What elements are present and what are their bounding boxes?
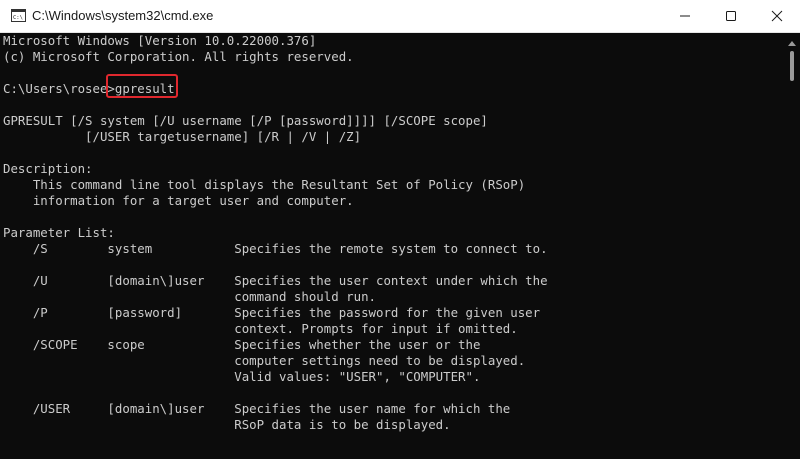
description-line-2: information for a target user and comput… xyxy=(3,193,354,208)
description-heading: Description: xyxy=(3,161,93,176)
param-scope-line-3: Valid values: "USER", "COMPUTER". xyxy=(3,369,481,384)
maximize-icon xyxy=(726,11,736,21)
param-p-line-1: /P [password] Specifies the password for… xyxy=(3,305,541,320)
close-icon xyxy=(771,10,783,22)
param-user-line-1: /USER [domain\]user Specifies the user n… xyxy=(3,401,511,416)
usage-line-2: [/USER targetusername] [/R | /V | /Z] xyxy=(3,129,362,144)
console-output[interactable]: Microsoft Windows [Version 10.0.22000.37… xyxy=(0,33,784,459)
copyright-line: (c) Microsoft Corporation. All rights re… xyxy=(3,49,354,64)
param-scope-line-2: computer settings need to be displayed. xyxy=(3,353,526,368)
prompt-path: C:\Users\rosee> xyxy=(3,81,115,96)
window-title: C:\Windows\system32\cmd.exe xyxy=(32,8,214,23)
scroll-thumb[interactable] xyxy=(790,51,794,81)
svg-text:C:\: C:\ xyxy=(13,15,23,21)
param-user-line-2: RSoP data is to be displayed. xyxy=(3,417,451,432)
close-button[interactable] xyxy=(754,0,800,32)
cmd-prompt-icon: C:\ xyxy=(11,9,26,22)
param-u-line-2: command should run. xyxy=(3,289,376,304)
vertical-scrollbar[interactable] xyxy=(784,33,800,459)
description-line-1: This command line tool displays the Resu… xyxy=(3,177,526,192)
param-s-line: /S system Specifies the remote system to… xyxy=(3,241,548,256)
title-bar[interactable]: C:\ C:\Windows\system32\cmd.exe xyxy=(0,0,800,33)
version-line: Microsoft Windows [Version 10.0.22000.37… xyxy=(3,33,317,48)
cmd-window: C:\ C:\Windows\system32\cmd.exe Microsof… xyxy=(0,0,800,459)
param-p-line-2: context. Prompts for input if omitted. xyxy=(3,321,518,336)
minimize-icon xyxy=(680,15,690,17)
param-scope-line-1: /SCOPE scope Specifies whether the user … xyxy=(3,337,481,352)
command-highlight-box xyxy=(106,74,178,98)
param-u-line-1: /U [domain\]user Specifies the user cont… xyxy=(3,273,548,288)
scroll-up-arrow-icon[interactable] xyxy=(788,41,796,46)
minimize-button[interactable] xyxy=(662,0,708,32)
usage-line-1: GPRESULT [/S system [/U username [/P [pa… xyxy=(3,113,488,128)
maximize-button[interactable] xyxy=(708,0,754,32)
parameter-list-heading: Parameter List: xyxy=(3,225,115,240)
